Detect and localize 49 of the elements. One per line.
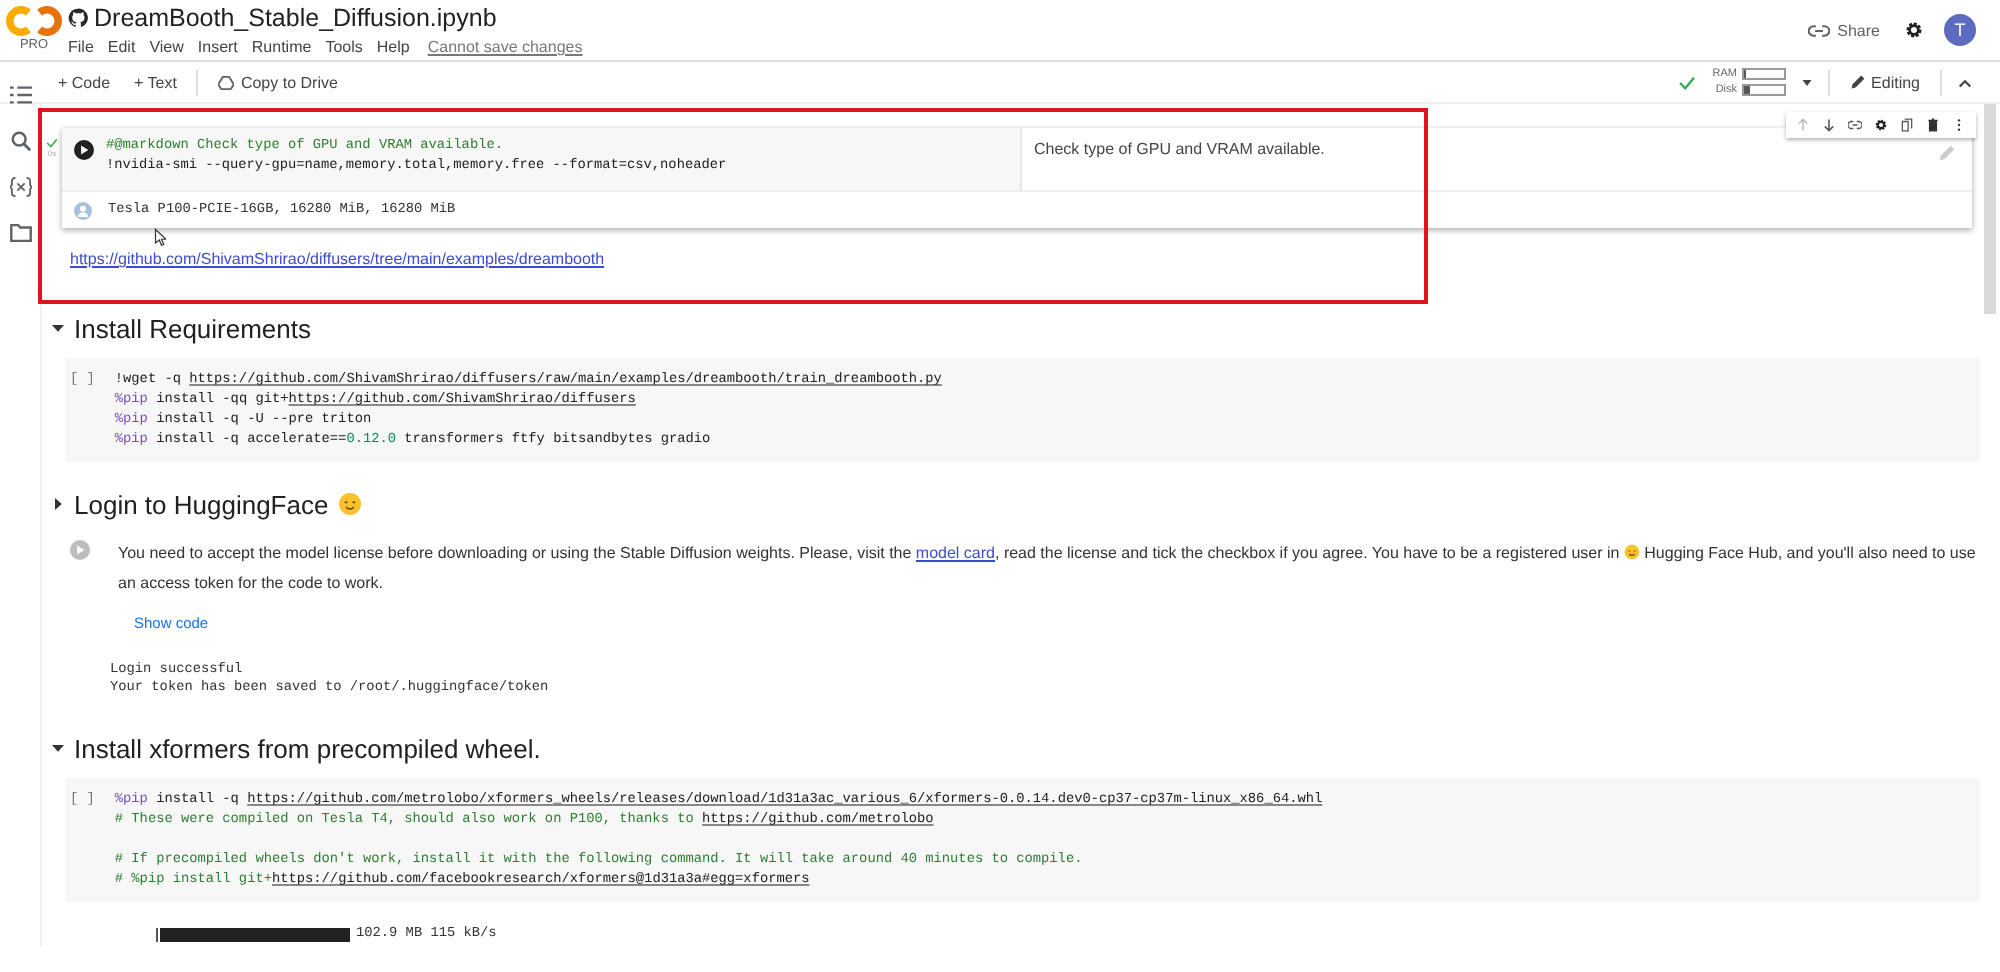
mouse-cursor-icon [154,228,166,246]
menu-item[interactable]: Runtime [251,38,312,56]
copy-to-drive-button[interactable]: Copy to Drive [214,71,342,93]
mirror-cell-icon[interactable] [1900,118,1914,132]
section-heading: Login to HuggingFace [74,489,329,519]
notebook-title[interactable]: DreamBooth_Stable_Diffusion.ipynb [94,4,497,32]
add-cell-button[interactable]: + Text [130,71,181,93]
share-button[interactable]: Share [1803,17,1884,43]
folder-icon[interactable] [9,222,31,244]
link-icon[interactable] [1848,118,1862,132]
table-of-contents-icon[interactable] [9,84,31,106]
more-options-icon[interactable] [1952,118,1966,132]
repository-link[interactable]: https://github.com/ShivamShrirao/diffusers/tree/main/examples/dreambooth [70,250,605,268]
form-description: Check type of GPU and VRAM available. [1032,138,1325,162]
move-down-icon[interactable] [1822,118,1836,132]
model-card-link[interactable]: model card [915,544,995,562]
link-icon [1807,23,1830,37]
editing-mode-button[interactable]: Editing [1845,71,1924,93]
menu-item[interactable]: Insert [197,38,238,56]
github-icon [68,8,88,28]
instructions-paragraph: You need to accept the model license before downloading or using the Stable Diffusion weights. Please, visit the model card, read the license and tick the checkbox if you agree. You have to be a registered user in Hugging Face Hub, and you'll also need to use an access token for the code to work. [118,542,1978,596]
expanded-caret-icon[interactable] [52,742,64,754]
dropdown-caret-icon[interactable] [1801,79,1812,85]
collapse-caret-icon[interactable] [1958,77,1972,87]
section-heading: Install Requirements [74,313,311,343]
section-heading: Install xformers from precompiled wheel. [74,733,541,763]
usage-meter [1741,68,1786,80]
hugging-face-emoji-icon [1623,544,1640,560]
search-icon[interactable] [9,130,31,152]
menu-item[interactable]: Help [376,38,410,56]
settings-icon[interactable] [1904,20,1924,40]
logo-icon[interactable] [6,6,62,36]
trash-icon[interactable] [1926,118,1940,132]
run-button-icon[interactable] [74,140,94,160]
variables-icon[interactable] [9,176,31,198]
menu-item[interactable]: File [68,38,94,56]
menu-item[interactable]: View [149,38,184,56]
pencil-icon [1849,74,1866,90]
menu-item[interactable]: Tools [325,38,363,56]
menu-item[interactable]: Edit [107,38,136,56]
collapsed-caret-icon[interactable] [52,498,64,510]
output-icon [74,201,92,220]
save-notice-link[interactable]: Cannot save changes [427,38,583,56]
usage-meter [1741,84,1786,96]
scrollbar-thumb[interactable] [1984,104,1996,314]
user-avatar[interactable]: T [1944,14,1976,46]
settings-icon[interactable] [1874,118,1888,132]
expanded-caret-icon[interactable] [52,322,64,334]
add-cell-button[interactable]: + Code [54,71,115,93]
